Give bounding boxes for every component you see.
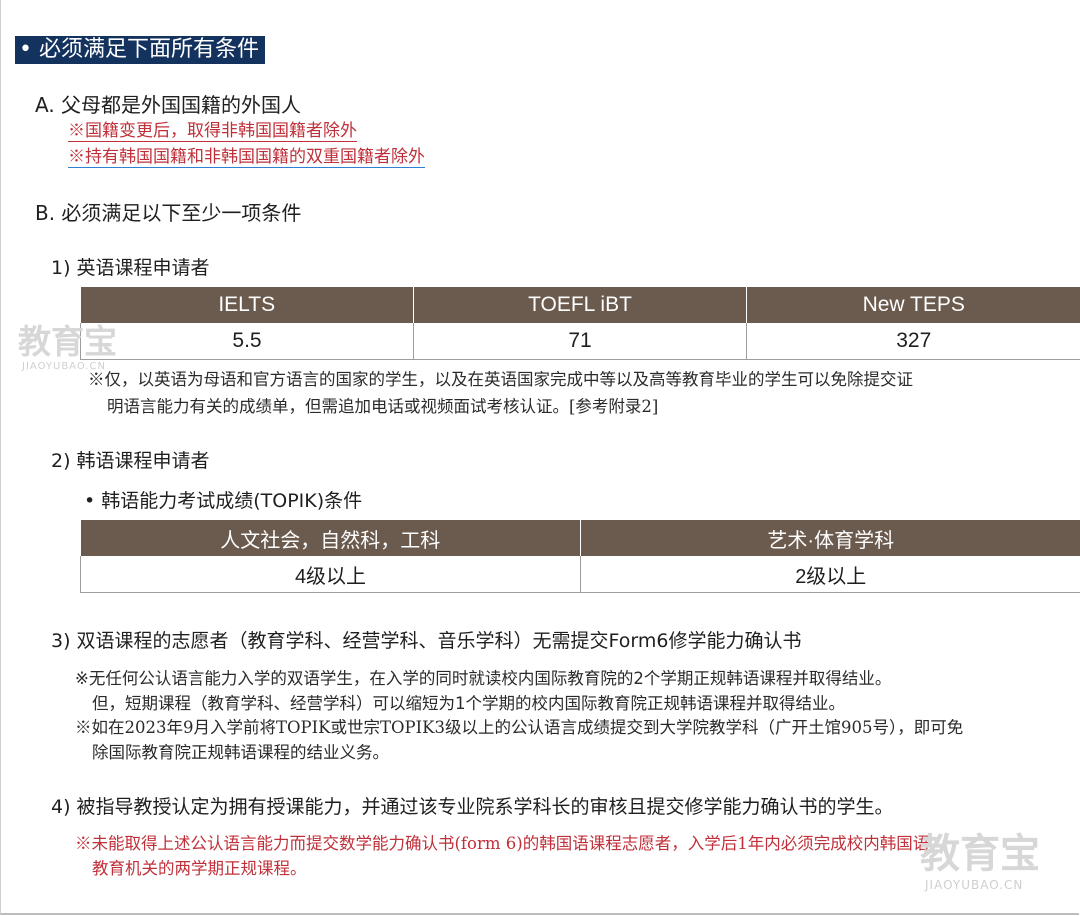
header-ielts: IELTS (80, 287, 414, 323)
watermark-logo-right: 教育宝 (920, 831, 1040, 877)
section-a-note-1: ※国籍变更后，取得非韩国国籍者除外 (68, 119, 357, 143)
page-title: • 必须满足下面所有条件 (15, 36, 265, 64)
english-applicant-heading: 1) 英语课程申请者 (51, 257, 210, 279)
bilingual-note-2-line-2: 除国际教育院正规韩语课程的结业义务。 (92, 743, 389, 762)
value-toefl: 71 (413, 323, 747, 360)
bilingual-note-1-line-2: 但，短期课程（教育学科、经营学科）可以缩短为1个学期的校内国际教育院正规韩语课程… (92, 694, 845, 713)
watermark-logo-left: 教育宝 (18, 322, 117, 361)
watermark-site-right: JIAOYUBAO.CN (925, 878, 1024, 892)
value-ielts: 5.5 (80, 323, 414, 360)
professor-note-line-2: 教育机关的两学期正规课程。 (92, 859, 307, 878)
section-b-heading: B. 必须满足以下至少一项条件 (35, 201, 302, 225)
english-table-header: IELTS TOEFL iBT New TEPS (80, 287, 1080, 323)
note-nationality-change: ※国籍变更后，取得非韩国国籍者除外 (68, 121, 357, 142)
bilingual-heading: 3) 双语课程的志愿者（教育学科、经营学科、音乐学科）无需提交Form6修学能力… (51, 630, 802, 652)
value-arts-sports-level: 2级以上 (580, 556, 1080, 593)
bilingual-note-1-line-1: ※无任何公认语言能力入学的双语学生，在入学的同时就读校内国际教育院的2个学期正规… (75, 669, 892, 688)
english-table-row: 5.5 71 327 (80, 323, 1080, 360)
value-humanities-level: 4级以上 (80, 556, 581, 593)
professor-heading: 4) 被指导教授认定为拥有授课能力，并通过该专业院系学科长的审核且提交修学能力确… (51, 796, 894, 818)
header-toefl: TOEFL iBT (413, 287, 747, 323)
topik-score-table: 人文社会，自然科，工科 艺术·体育学科 4级以上 2级以上 (80, 520, 1080, 593)
topik-condition-heading: • 韩语能力考试成绩(TOPIK)条件 (84, 490, 363, 512)
professor-note-line-1: ※未能取得上述公认语言能力而提交数学能力确认书(form 6)的韩国语课程志愿者… (75, 834, 930, 853)
note-dual-nationality: ※持有韩国国籍和非韩国国籍的双重国籍者除外 (68, 147, 425, 168)
korean-applicant-heading: 2) 韩语课程申请者 (51, 450, 210, 472)
bilingual-note-2-line-1: ※如在2023年9月入学前将TOPIK或世宗TOPIK3级以上的公认语言成绩提交… (75, 718, 964, 737)
section-a-note-2: ※持有韩国国籍和非韩国国籍的双重国籍者除外 (68, 145, 425, 169)
header-arts-sports: 艺术·体育学科 (580, 520, 1080, 556)
topik-table-header: 人文社会，自然科，工科 艺术·体育学科 (80, 520, 1080, 556)
topik-table-row: 4级以上 2级以上 (80, 556, 1080, 593)
header-humanities: 人文社会，自然科，工科 (80, 520, 581, 556)
watermark-site-left: JIAOYUBAO.CN (22, 361, 106, 372)
english-note-line-2: 明语言能力有关的成绩单，但需追加电话或视频面试考核认证。[参考附录2] (107, 397, 659, 416)
header-new-teps: New TEPS (746, 287, 1080, 323)
english-score-table: IELTS TOEFL iBT New TEPS 5.5 71 327 (80, 287, 1080, 360)
section-a-heading: A. 父母都是外国国籍的外国人 (35, 93, 302, 117)
english-note-line-1: ※仅，以英语为母语和官方语言的国家的学生，以及在英语国家完成中等以及高等教育毕业… (88, 370, 913, 389)
value-new-teps: 327 (746, 323, 1080, 360)
